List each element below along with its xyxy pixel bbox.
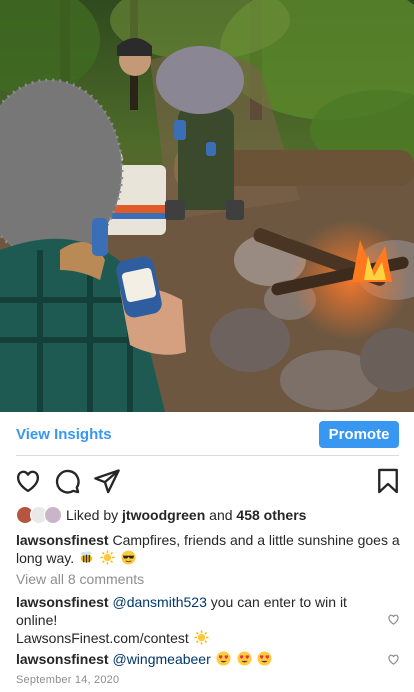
comment: lawsonsfinest @wingmeabeer	[16, 650, 374, 668]
likes-prefix: Liked by	[66, 507, 119, 523]
comment-mention[interactable]: @wingmeabeer	[112, 651, 210, 667]
likes-text: Liked by jtwoodgreen and 458 others	[66, 507, 306, 523]
bookmark-icon[interactable]	[374, 467, 402, 495]
post-actions	[0, 463, 414, 499]
caption: lawsonsfinest Campfires, friends and a l…	[16, 531, 400, 567]
comment: lawsonsfinest @dansmith523 you can enter…	[16, 593, 374, 647]
heart-eyes-emoji-icon	[216, 651, 231, 666]
comment-like-heart-icon[interactable]	[387, 613, 400, 626]
likes-connector: and	[209, 507, 233, 523]
comment-icon[interactable]	[53, 467, 81, 495]
others-link[interactable]: 458 others	[236, 507, 306, 523]
view-insights-link[interactable]: View Insights	[16, 426, 112, 443]
sun-emoji-icon	[100, 550, 115, 565]
comment-link[interactable]: LawsonsFinest.com/contest	[16, 630, 189, 646]
heart-eyes-emoji-icon	[257, 651, 272, 666]
comment-username[interactable]: lawsonsfinest	[16, 594, 109, 610]
avatar	[44, 506, 62, 524]
heart-icon[interactable]	[14, 467, 42, 495]
sun-emoji-icon	[194, 630, 209, 645]
bee-emoji-icon	[79, 550, 94, 565]
liker-avatars	[16, 504, 63, 526]
comment-like-heart-icon[interactable]	[387, 653, 400, 666]
post-photo[interactable]	[0, 0, 414, 412]
insights-bar: View Insights Promote	[0, 412, 414, 456]
view-all-comments-link[interactable]: View all 8 comments	[16, 571, 144, 587]
caption-username[interactable]: lawsonsfinest	[16, 532, 109, 548]
post-date: September 14, 2020	[16, 674, 120, 686]
first-liker-link[interactable]: jtwoodgreen	[122, 507, 205, 523]
comment-mention[interactable]: @dansmith523	[112, 594, 206, 610]
promote-button[interactable]: Promote	[319, 421, 399, 448]
send-icon[interactable]	[93, 467, 121, 495]
sunglasses-emoji-icon	[121, 550, 136, 565]
likes-row[interactable]: Liked by jtwoodgreen and 458 others	[16, 504, 306, 526]
post-photo-illustration	[0, 0, 414, 412]
divider	[16, 455, 399, 456]
comment-username[interactable]: lawsonsfinest	[16, 651, 109, 667]
heart-eyes-emoji-icon	[237, 651, 252, 666]
